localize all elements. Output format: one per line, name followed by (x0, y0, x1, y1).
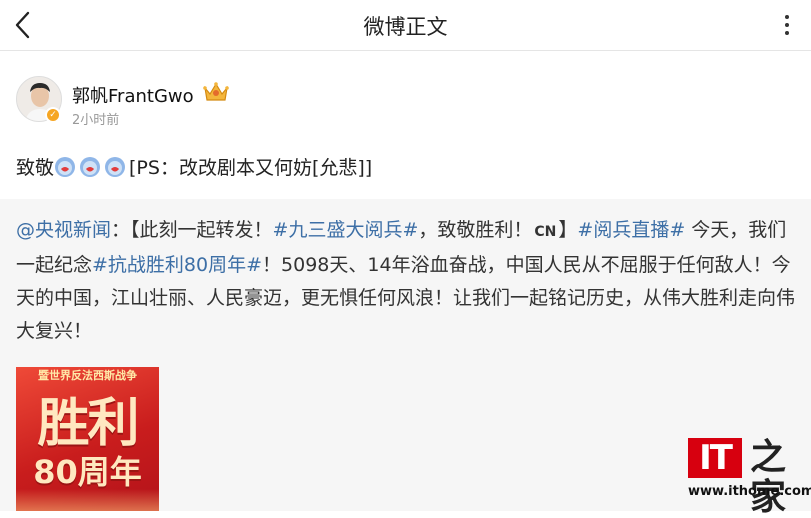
crown-icon[interactable] (202, 80, 230, 104)
poster-title: 胜利 (37, 394, 139, 454)
repost-text: @央视新闻：【此刻一起转发！#九三盛大阅兵#，致敬胜利！ CN 】#阅兵直播# 今天… (16, 214, 796, 348)
post-time: 2小时前 (72, 113, 120, 128)
hashtag-link[interactable]: #抗战胜利80周年# (92, 254, 262, 276)
cn-badge: CN (534, 224, 557, 240)
ithome-watermark: IT 之家 www.ithome.com (688, 438, 811, 518)
watermark-logo: IT (688, 438, 742, 478)
repost-text-part: ，致敬胜利！ (418, 219, 533, 241)
hashtag-link[interactable]: #九三盛大阅兵# (273, 219, 419, 241)
nav-divider (0, 50, 811, 51)
poster-image[interactable]: 暨世界反法西斯战争 胜利 80周年 (16, 367, 159, 511)
poster-anniversary: 80周年 (33, 453, 142, 491)
post-text: 致敬 [PS：改改剧本又何妨[允悲]] (16, 153, 372, 180)
author-name[interactable]: 郭帆FrantGwo (72, 82, 194, 108)
verified-badge-icon: ✓ (45, 107, 61, 123)
salute-emoji-icon (105, 156, 126, 177)
salute-emoji-icon (80, 156, 101, 177)
watermark-logo-text: 之家 (750, 437, 787, 518)
repost-text-part: 】 (558, 219, 578, 241)
more-vertical-icon[interactable] (775, 13, 799, 37)
top-nav: 微博正文 (0, 0, 811, 50)
post-text-prefix: 致敬 (16, 157, 55, 179)
hashtag-link[interactable]: #阅兵直播# (577, 219, 685, 241)
post-text-suffix: [PS：改改剧本又何妨[允悲]] (129, 157, 373, 179)
repost-text-part: ：【此刻一起转发！ (111, 219, 273, 241)
poster-glow (16, 489, 159, 511)
page-title: 微博正文 (363, 15, 448, 39)
mention-link[interactable]: @央视新闻 (16, 219, 111, 241)
watermark-url: www.ithome.com (688, 484, 811, 499)
salute-emoji-icon (55, 156, 76, 177)
